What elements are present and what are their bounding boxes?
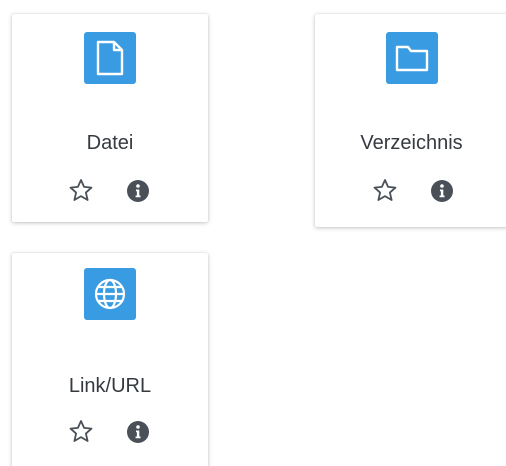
activity-name: Verzeichnis (360, 132, 463, 154)
activity-name: Datei (86, 132, 134, 154)
file-icon (84, 32, 136, 84)
activity-actions (315, 177, 506, 203)
activity-actions (12, 177, 208, 203)
activity-chooser-grid: Datei Verzeichnis Link/URL (0, 0, 506, 466)
star-icon[interactable] (68, 177, 94, 203)
info-icon[interactable] (429, 178, 455, 204)
activity-card-verzeichnis[interactable]: Verzeichnis (315, 14, 506, 227)
globe-icon (84, 268, 136, 320)
star-icon[interactable] (372, 177, 398, 203)
info-icon[interactable] (125, 178, 151, 204)
info-icon[interactable] (125, 419, 151, 445)
folder-icon (385, 32, 438, 84)
activity-card-link-url[interactable]: Link/URL (12, 253, 208, 466)
activity-actions (12, 418, 208, 444)
star-icon[interactable] (68, 418, 94, 444)
activity-card-datei[interactable]: Datei (12, 14, 208, 222)
activity-name: Link/URL (68, 375, 152, 397)
